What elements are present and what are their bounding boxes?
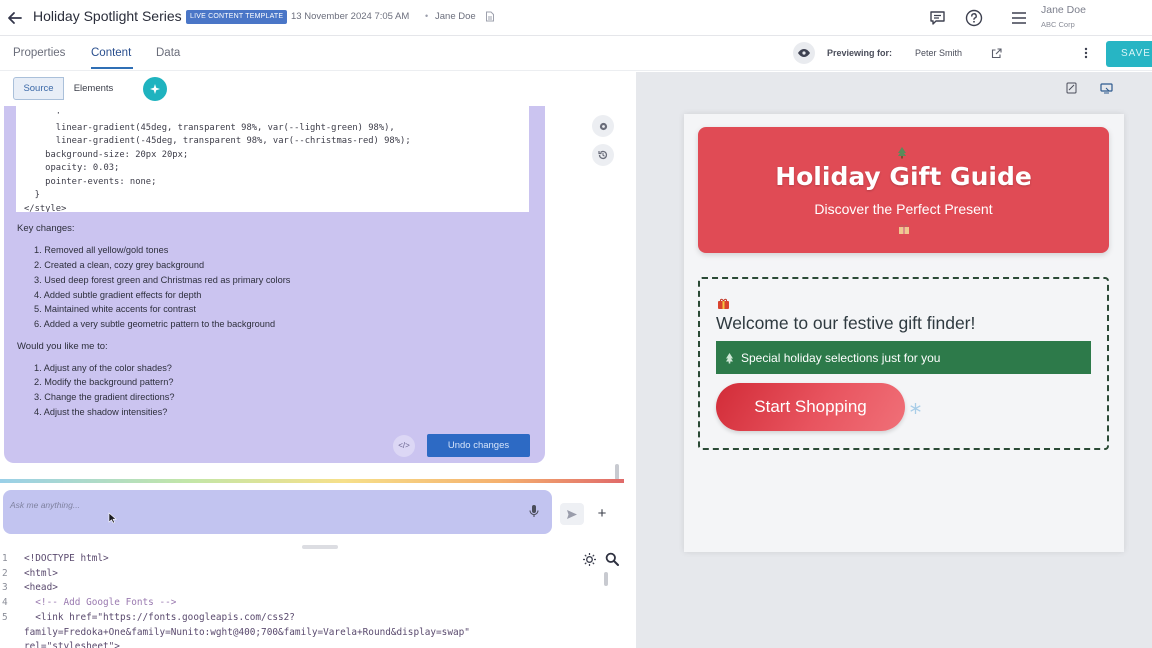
code-line: background-size: 20px 20px; — [24, 149, 189, 160]
separator: • — [425, 11, 429, 21]
hero-subtitle: Discover the Perfect Present — [814, 201, 993, 217]
welcome-heading: Welcome to our festive gift finder! — [716, 313, 976, 333]
editor-scrollbar[interactable] — [604, 572, 608, 586]
code-icon[interactable]: </> — [393, 435, 415, 457]
line-number: 5 — [2, 611, 8, 623]
save-button[interactable]: SAVE — [1106, 41, 1152, 67]
help-icon[interactable] — [964, 8, 983, 27]
active-tab-indicator — [91, 67, 133, 69]
tab-content[interactable]: Content — [91, 47, 131, 59]
line-number: 1 — [2, 553, 8, 564]
preview-label: Previewing for: — [827, 48, 893, 58]
menu-icon[interactable] — [1010, 10, 1028, 26]
desktop-preview-icon[interactable] — [1099, 82, 1113, 94]
code-line: linear-gradient(-45deg, transparent 98%,… — [24, 136, 411, 146]
code-line: <link href="https://fonts.googleapis.com… — [24, 611, 295, 623]
history-icon[interactable] — [592, 144, 614, 166]
line-number: 2 — [2, 567, 8, 579]
tree-icon — [724, 351, 734, 364]
source-toggle[interactable]: Source — [13, 77, 64, 100]
code-line: <html> — [24, 567, 58, 579]
code-line: opacity: 0.03; — [24, 163, 120, 173]
theme-icon[interactable] — [580, 550, 598, 568]
app-window: Holiday Spotlight Series LIVE CONTENT TE… — [0, 0, 1152, 648]
chat-icon[interactable] — [928, 9, 946, 27]
code-line: rel="stylesheet"> — [24, 641, 120, 648]
user-name[interactable]: Jane Doe — [1041, 4, 1086, 16]
list-item: 1. Removed all yellow/gold tones — [34, 245, 169, 255]
list-item: 6. Added a very subtle geometric pattern… — [34, 319, 276, 329]
template-badge: LIVE CONTENT TEMPLATE — [186, 10, 288, 24]
timestamp: 13 November 2024 7:05 AM — [291, 11, 410, 22]
tree-icon — [896, 145, 908, 159]
question-heading: Would you like me to: — [17, 341, 108, 352]
code-line: <head> — [24, 582, 58, 594]
line-number: 3 — [2, 582, 8, 594]
line-number: 4 — [2, 597, 8, 609]
promo-text: Special holiday selections just for you — [741, 351, 941, 365]
code-snippet: · linear-gradient(45deg, transparent 98%… — [16, 106, 529, 212]
list-item: 4. Adjust the shadow intensities? — [34, 407, 168, 417]
list-item: 3. Used deep forest green and Christmas … — [34, 275, 291, 285]
mouse-cursor-icon — [108, 512, 117, 524]
code-line: · — [24, 109, 62, 119]
back-arrow-icon[interactable] — [6, 9, 24, 27]
code-line: <!-- Add Google Fonts --> — [24, 597, 177, 609]
ai-sparkle-icon[interactable] — [143, 77, 167, 101]
kebab-icon[interactable] — [1081, 46, 1091, 60]
external-link-icon[interactable] — [990, 47, 1002, 59]
mic-icon[interactable] — [527, 503, 541, 519]
mobile-preview-icon[interactable] — [1065, 82, 1077, 94]
hero-title: Holiday Gift Guide — [775, 162, 1032, 191]
tab-properties[interactable]: Properties — [13, 47, 65, 59]
list-item: 3. Change the gradient directions? — [34, 392, 175, 402]
elements-toggle[interactable]: Elements — [64, 77, 123, 100]
user-org: ABC Corp — [1041, 20, 1075, 29]
document-icon[interactable] — [484, 11, 495, 22]
code-line: } — [24, 190, 40, 200]
list-item: 1. Adjust any of the color shades? — [34, 363, 172, 373]
settings-icon[interactable] — [592, 115, 614, 137]
page-title: Holiday Spotlight Series — [33, 8, 182, 24]
scrollbar[interactable] — [615, 464, 619, 480]
chat-input[interactable] — [3, 490, 552, 534]
gradient-divider — [0, 479, 624, 483]
list-item: 5. Maintained white accents for contrast — [34, 304, 196, 314]
snowflake-icon — [908, 401, 922, 415]
code-line: </style> — [24, 203, 67, 213]
tab-data[interactable]: Data — [156, 47, 180, 59]
code-line: <!DOCTYPE html> — [24, 553, 109, 564]
preview-user[interactable]: Peter Smith — [915, 48, 962, 58]
start-shopping-button[interactable]: Start Shopping — [716, 383, 905, 431]
gift-icon — [897, 222, 911, 236]
code-line: linear-gradient(45deg, transparent 98%, … — [24, 122, 395, 133]
author-name: Jane Doe — [435, 11, 476, 22]
send-icon[interactable] — [560, 503, 584, 525]
code-editor[interactable]: 1 <!DOCTYPE html> 2 <html> 3 <head> 4 <!-- Add… — [0, 550, 600, 648]
chat-input-placeholder: Ask me anything... — [10, 500, 80, 510]
resize-handle[interactable] — [302, 545, 338, 549]
code-line: family=Fredoka+One&family=Nunito:wght@40… — [24, 626, 470, 638]
plus-icon[interactable]: + — [594, 506, 610, 522]
search-icon[interactable] — [603, 550, 620, 567]
list-item: 2. Created a clean, cozy grey background — [34, 260, 205, 270]
code-line: pointer-events: none; — [24, 176, 157, 187]
eye-icon[interactable] — [793, 42, 815, 64]
list-item: 2. Modify the background pattern? — [34, 377, 174, 387]
list-item: 4. Added subtle gradient effects for dep… — [34, 290, 202, 300]
undo-changes-button[interactable]: Undo changes — [427, 434, 530, 457]
key-changes-heading: Key changes: — [17, 223, 75, 234]
gift-icon — [716, 296, 730, 310]
